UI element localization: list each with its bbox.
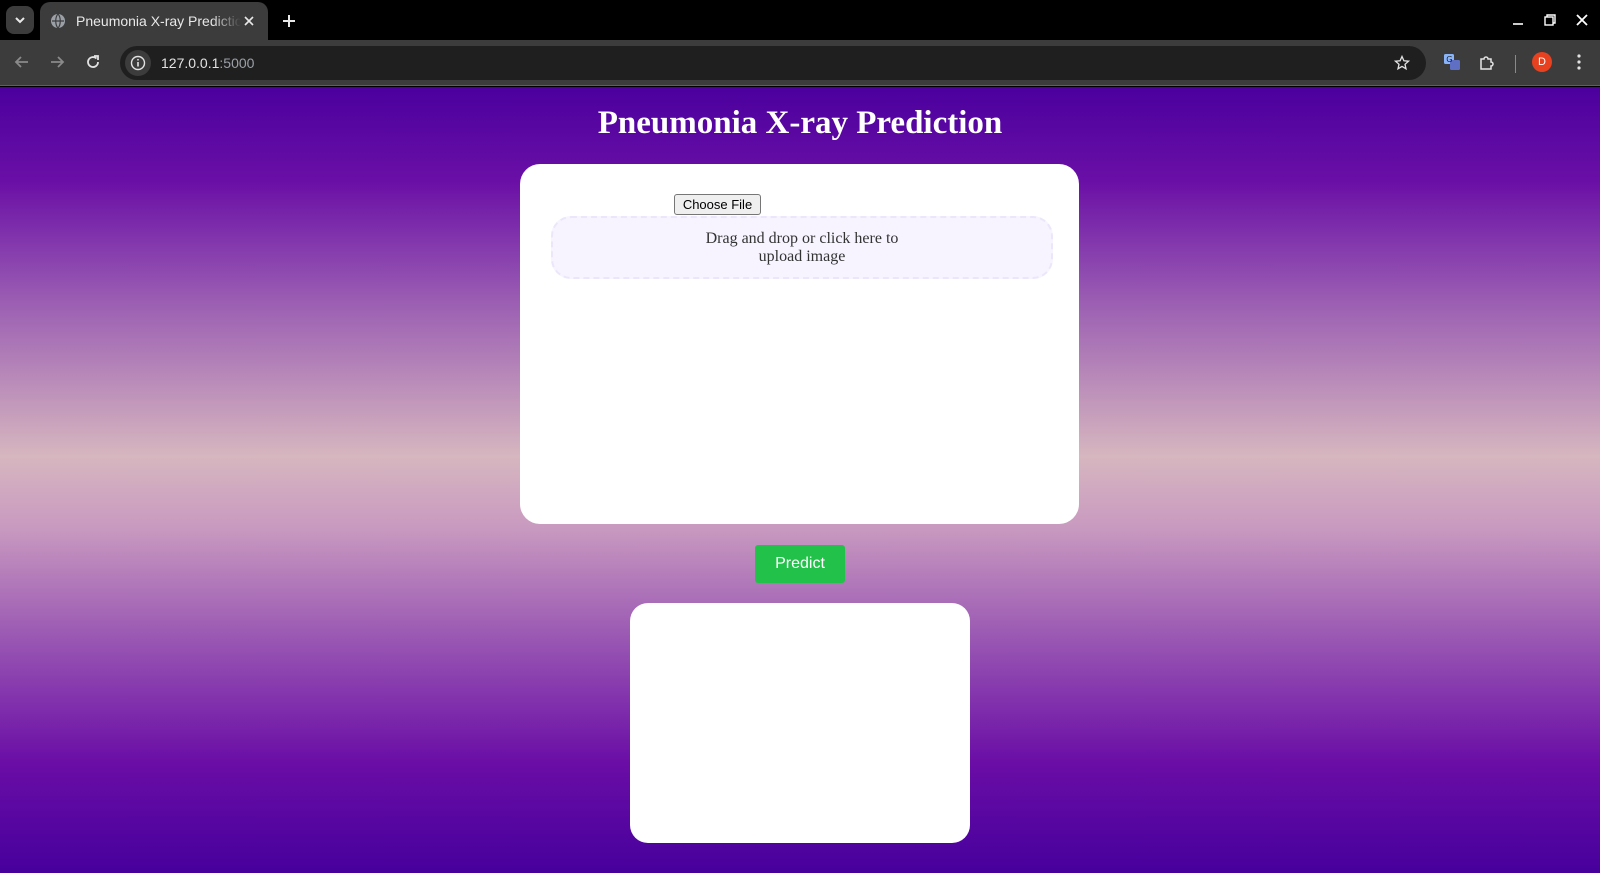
window-close-icon[interactable] [1572, 10, 1592, 30]
info-icon[interactable] [125, 50, 151, 76]
url-host: 127.0.0.1 [161, 55, 220, 71]
url-port: :5000 [219, 55, 255, 71]
page-title: Pneumonia X-ray Prediction [597, 105, 1003, 141]
translate-icon[interactable]: G [1440, 50, 1464, 74]
plus-icon[interactable] [277, 9, 301, 33]
reload-icon[interactable] [81, 50, 105, 74]
toolbar-separator [1515, 55, 1516, 73]
active-tab[interactable]: Pneumonia X-ray Prediction [40, 2, 268, 40]
avatar[interactable]: D [1532, 52, 1552, 72]
back-icon[interactable] [10, 50, 34, 74]
dropzone-text: Drag and drop or click here to upload im… [705, 229, 899, 265]
tab-search-icon[interactable] [6, 6, 34, 34]
restore-icon[interactable] [1540, 10, 1560, 30]
globe-icon [50, 13, 66, 29]
result-card [630, 603, 970, 843]
browser-toolbar: 127.0.0.1:5000 G D [0, 40, 1600, 86]
tab-title: Pneumonia X-ray Prediction [76, 13, 241, 29]
address-bar[interactable]: 127.0.0.1:5000 [120, 46, 1426, 80]
page-viewport: Pneumonia X-ray Prediction Choose File D… [0, 87, 1600, 873]
menu-icon[interactable] [1567, 50, 1591, 74]
predict-button[interactable]: Predict [755, 545, 845, 583]
tab-bar: Pneumonia X-ray Prediction [0, 0, 1600, 40]
extensions-icon[interactable] [1475, 50, 1499, 74]
close-icon[interactable] [241, 12, 258, 30]
svg-text:G: G [1446, 55, 1452, 64]
dropzone[interactable]: Drag and drop or click here to upload im… [551, 216, 1053, 279]
upload-card: Choose File Drag and drop or click here … [520, 164, 1079, 524]
minimize-icon[interactable] [1508, 10, 1528, 30]
forward-icon[interactable] [45, 50, 69, 74]
star-icon[interactable] [1390, 51, 1414, 75]
choose-file-button[interactable]: Choose File [674, 194, 761, 215]
url-text: 127.0.0.1:5000 [161, 55, 254, 71]
